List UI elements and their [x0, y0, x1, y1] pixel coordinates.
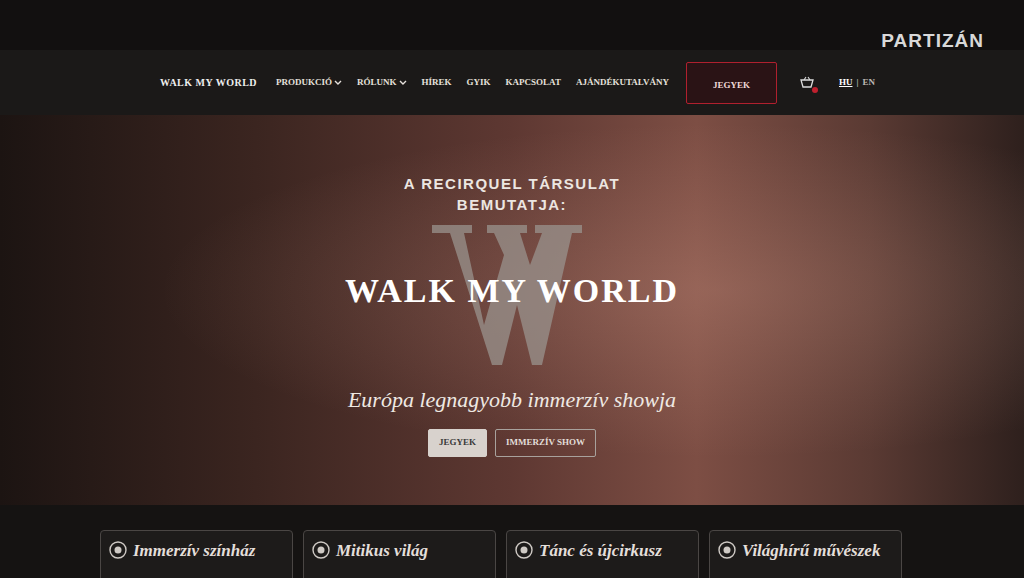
tickets-label: JEGYEK: [713, 80, 750, 90]
feature-label: Világhírű művészek: [742, 541, 880, 561]
cart-dot: [812, 87, 818, 93]
feature-card[interactable]: Mitikus világ: [303, 530, 496, 578]
feature-strip: Immerzív színház Mitikus világ Tánc és újc…: [0, 505, 1024, 578]
feature-card[interactable]: Tánc és újcirkusz: [506, 530, 699, 578]
nav-item[interactable]: HÍREK: [422, 76, 452, 90]
nav-label: RÓLUNK: [357, 76, 397, 90]
nav-label: HÍREK: [422, 76, 452, 90]
feature-label: Mitikus világ: [336, 541, 428, 561]
hero-kicker: A RECIRQUEL TÁRSULATBEMUTATJA:: [404, 173, 620, 215]
feature-card[interactable]: Immerzív színház: [100, 530, 293, 578]
nav-label: KAPCSOLAT: [506, 76, 561, 90]
cart-icon: [800, 76, 814, 88]
feature-icon: [515, 541, 533, 559]
top-band: PARTIZÁN: [0, 0, 1024, 50]
feature-label: Tánc és újcirkusz: [539, 541, 662, 561]
nav-label: GYIK: [467, 76, 491, 90]
hero-button[interactable]: JEGYEK: [428, 429, 487, 457]
hero-button[interactable]: IMMERZÍV SHOW: [495, 429, 596, 457]
feature-icon: [718, 541, 736, 559]
feature-icon: [109, 541, 127, 559]
hero-content: A RECIRQUEL TÁRSULATBEMUTATJA: WALK MY WO…: [345, 115, 679, 457]
kicker-line: BEMUTATJA:: [457, 194, 567, 215]
hero: A RECIRQUEL TÁRSULATBEMUTATJA: WALK MY WO…: [0, 115, 1024, 505]
nav-item[interactable]: RÓLUNK: [357, 76, 407, 90]
lang-separator: |: [856, 76, 858, 90]
watermark: PARTIZÁN: [881, 30, 984, 52]
feature-label: Immerzív színház: [133, 541, 255, 561]
logo[interactable]: WALK MY WORLD: [160, 75, 257, 90]
nav-label: PRODUKCIÓ: [276, 76, 332, 90]
lang-option[interactable]: HU: [839, 76, 853, 90]
lang-option[interactable]: EN: [862, 76, 875, 90]
nav-item[interactable]: GYIK: [467, 76, 491, 90]
tickets-button[interactable]: JEGYEK: [686, 62, 777, 104]
nav-item[interactable]: AJÁNDÉKUTALVÁNY: [576, 76, 669, 90]
cart[interactable]: [800, 76, 816, 90]
chevron-down-icon: [334, 79, 342, 86]
hero-title: WALK MY WORLD: [345, 271, 679, 311]
nav-label: AJÁNDÉKUTALVÁNY: [576, 76, 669, 90]
kicker-line: A RECIRQUEL TÁRSULAT: [404, 173, 620, 194]
nav-bar: WALK MY WORLD PRODUKCIÓ RÓLUNK HÍREK GYIK KAP…: [0, 50, 1024, 115]
nav-item[interactable]: KAPCSOLAT: [506, 76, 561, 90]
chevron-down-icon: [399, 79, 407, 86]
nav-item[interactable]: PRODUKCIÓ: [276, 76, 342, 90]
hero-buttons: JEGYEK IMMERZÍV SHOW: [428, 429, 596, 457]
hero-subtitle: Európa legnagyobb immerzív showja: [348, 387, 676, 413]
feature-card[interactable]: Világhírű művészek: [709, 530, 902, 578]
language-switch: HU| EN: [839, 76, 875, 90]
feature-icon: [312, 541, 330, 559]
